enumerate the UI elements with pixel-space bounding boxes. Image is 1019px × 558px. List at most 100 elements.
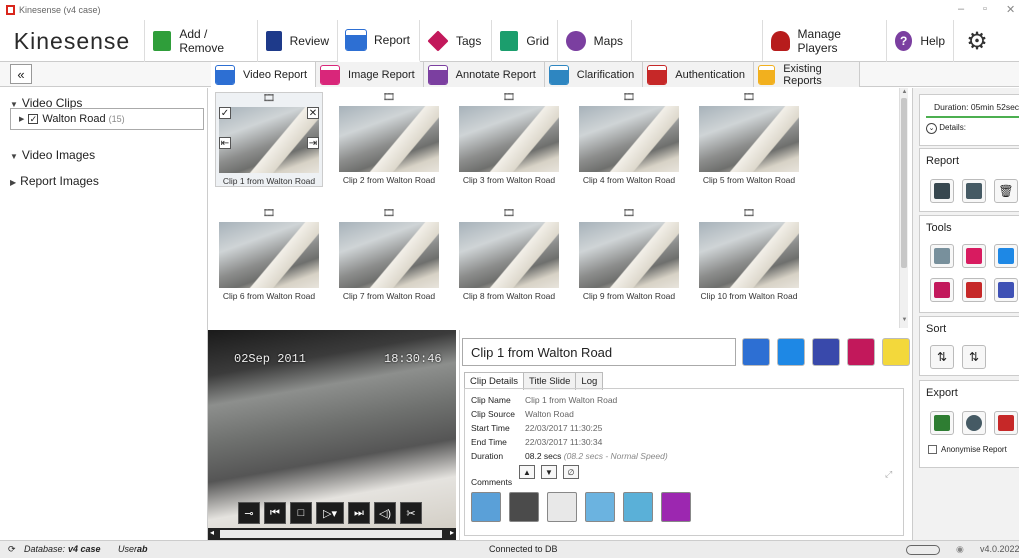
field-value: 22/03/2017 11:30:34 [525,437,603,447]
thumb-clip-4[interactable]: 🎞 Clip 4 from Walton Road [575,92,683,185]
settings-button[interactable]: ⚙ [954,20,1000,62]
toggle-icon[interactable] [906,545,940,555]
scroll-left-icon[interactable]: ◂ [210,528,214,537]
app-icon [6,5,15,15]
tool-4-button[interactable] [930,278,954,302]
tool-1-button[interactable] [930,244,954,268]
menu-help[interactable]: ? Help [887,20,954,62]
open-report-button[interactable] [962,179,986,203]
menu-grid[interactable]: Grid [492,20,558,62]
tree-report-images[interactable]: ▶ Report Images [10,174,99,188]
volume-icon[interactable]: ◁) [374,502,396,524]
tool-2-button[interactable] [962,244,986,268]
tag-export-icon[interactable] [847,338,875,366]
folder-icon [966,183,982,199]
clear-button[interactable]: ∅ [563,465,579,479]
stop-icon[interactable]: □ [290,502,312,524]
trim-start-icon[interactable]: ⇤ [219,137,231,149]
menu-report[interactable]: Report [338,20,420,62]
info-layers-icon[interactable] [661,492,691,522]
tab-image-report[interactable]: Image Report [316,62,424,87]
database-label: Database: [24,544,66,554]
menu-review[interactable]: Review [258,20,338,62]
export-video-button[interactable] [930,411,954,435]
thumb-clip-1[interactable]: 🎞 ✓ ✕ ⇤ ⇥ Clip 1 from Walton Road [215,92,323,187]
anonymise-checkbox[interactable] [928,445,937,454]
sort-by-time-button[interactable]: ⇅ [930,345,954,369]
thumb-clip-6[interactable]: 🎞 Clip 6 from Walton Road [215,208,323,301]
scroll-down-icon[interactable]: ▼ [900,317,909,323]
anonymise-option[interactable]: Anonymise Report [928,445,1007,454]
field-value: 22/03/2017 11:30:25 [525,423,603,433]
add-title-icon[interactable] [742,338,770,366]
menu-manage-players[interactable]: Manage Players [763,20,887,62]
thumb-clip-8[interactable]: 🎞 Clip 8 from Walton Road [455,208,563,301]
tab-clarification[interactable]: Clarification [544,62,644,87]
sort-by-name-button[interactable]: ⇅ [962,345,986,369]
thumb-clip-3[interactable]: 🎞 Clip 3 from Walton Road [455,92,563,185]
grid-icon [500,31,519,51]
expand-icon: ▶ [10,178,17,187]
clip-name-input[interactable]: Clip 1 from Walton Road [462,338,736,366]
video-timeline-scrollbar[interactable]: ◂ ▸ [208,528,456,540]
tool-6-button[interactable] [994,278,1018,302]
timeline-thumb[interactable] [220,530,442,538]
tree-video-images[interactable]: ▼ Video Images [10,148,95,162]
minimize-icon[interactable]: – [958,3,964,15]
thumb-clip-9[interactable]: 🎞 Clip 9 from Walton Road [575,208,683,301]
details-toggle[interactable]: ⌄ Details: [920,118,1019,134]
annotate-icon[interactable] [585,492,615,522]
scroll-up-icon[interactable]: ▲ [900,89,909,95]
scroll-right-icon[interactable]: ▸ [450,528,454,537]
play-icon[interactable]: ▷▾ [316,502,344,524]
audio-icon[interactable] [547,492,577,522]
checkbox-walton-road[interactable]: ✓ [28,114,39,124]
remove-icon[interactable]: ✕ [307,107,319,119]
anonymise-label: Anonymise Report [941,445,1007,454]
delete-report-button[interactable]: 🗑 [994,179,1018,203]
menu-label: Tags [456,34,482,48]
trim-end-icon[interactable]: ⇥ [307,137,319,149]
scrollbar-thumb[interactable] [901,98,907,268]
sync-icon[interactable]: ⟳ [8,544,16,555]
video-player[interactable]: 02Sep 2011 18:30:46 ⊸ ⏮ □ ▷▾ ⏭ ◁) ✂ ◂ ▸ [208,330,456,540]
thumb-clip-7[interactable]: 🎞 Clip 7 from Walton Road [335,208,443,301]
tab-existing-reports[interactable]: Existing Reports [753,62,860,87]
expand-icon[interactable]: ⤢ [885,469,892,480]
save-report-button[interactable] [930,179,954,203]
sort-heading: Sort [926,323,947,335]
skip-forward-icon[interactable]: ⏭ [348,502,370,524]
tool-5-button[interactable] [962,278,986,302]
export-box: Export Anonymise Report [919,380,1019,468]
tab-authentication[interactable]: Authentication [643,62,754,87]
skip-back-icon[interactable]: ⏮ [264,502,286,524]
set-marker-icon[interactable]: ⊸ [238,502,260,524]
film-icon: 🎞 [502,92,516,103]
move-down-button[interactable]: ▼ [541,465,557,479]
tool-3-button[interactable] [994,244,1018,268]
export-clip-icon[interactable] [882,338,910,366]
menu-maps[interactable]: Maps [558,20,632,62]
maximize-icon[interactable]: ▫ [983,3,987,15]
scissors-icon[interactable]: ✂ [400,502,422,524]
add-clip-icon[interactable] [777,338,805,366]
tab-video-report[interactable]: Video Report [211,62,317,87]
thumb-clip-5[interactable]: 🎞 Clip 5 from Walton Road [695,92,803,185]
collapse-sidebar-button[interactable]: « [10,64,32,84]
text-overlay-icon[interactable] [471,492,501,522]
clip-node-walton-road[interactable]: ▶ ✓ Walton Road (15) [10,108,204,130]
enhance-icon[interactable] [623,492,653,522]
thumb-clip-2[interactable]: 🎞 Clip 2 from Walton Road [335,92,443,185]
tab-annotate-report[interactable]: Annotate Report [423,62,545,87]
gallery-scrollbar[interactable]: ▲ ▼ [899,88,908,328]
storyboard-icon[interactable] [812,338,840,366]
thumb-clip-10[interactable]: 🎞 Clip 10 from Walton Road [695,208,803,301]
menu-tags[interactable]: Tags [420,20,492,62]
move-up-button[interactable]: ▲ [519,465,535,479]
checkbox-thumb[interactable]: ✓ [219,107,231,119]
menu-add-remove[interactable]: Add / Remove [145,20,258,62]
image-overlay-icon[interactable] [509,492,539,522]
export-pdf-button[interactable] [994,411,1018,435]
export-disc-button[interactable] [962,411,986,435]
close-icon[interactable]: ✕ [1006,3,1015,16]
